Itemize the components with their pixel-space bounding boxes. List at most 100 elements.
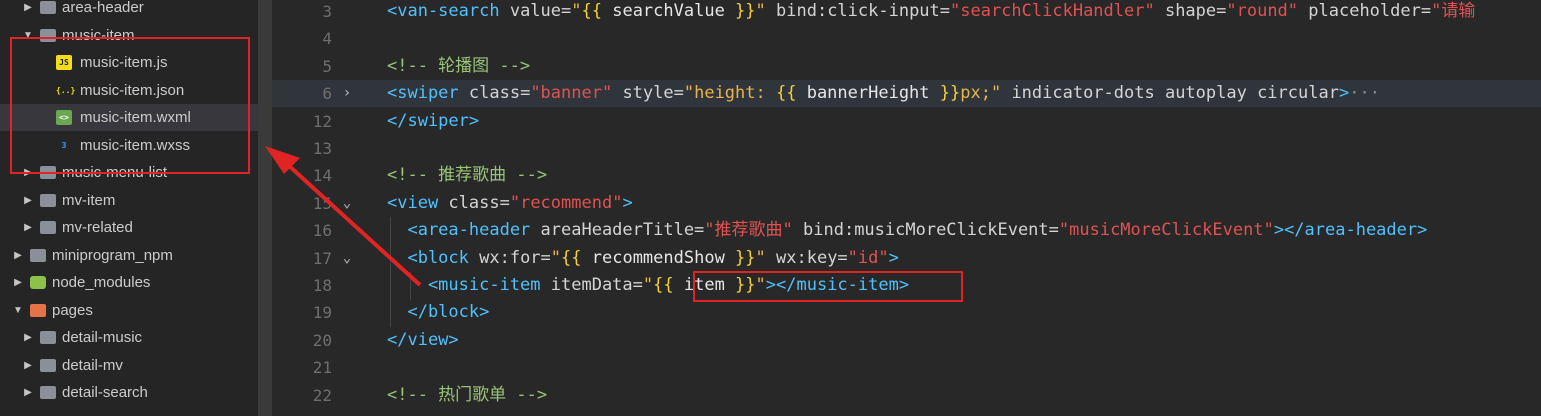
code-text: </swiper>	[387, 108, 479, 135]
code-line-3[interactable]: 3 <van-search value="{{ searchValue }}" b…	[272, 0, 1541, 25]
line-number: 15	[312, 193, 332, 213]
explorer-item-pages[interactable]: ▼ pages	[0, 297, 258, 324]
code-token: </swiper>	[387, 110, 480, 131]
chevron-right-icon[interactable]: ▶	[13, 242, 23, 269]
code-token: bind:musicMoreClickEvent=	[792, 220, 1059, 241]
line-number: 5	[322, 56, 332, 76]
line-number: 3	[322, 2, 332, 21]
line-number: 22	[312, 385, 332, 405]
code-token: <swiper	[387, 83, 459, 104]
code-token: wx:for=	[468, 247, 551, 268]
line-number: 17	[312, 248, 332, 268]
explorer-item-detail-search[interactable]: ▶ detail-search	[0, 379, 258, 406]
code-token: <block	[387, 247, 469, 268]
code-token: "round"	[1226, 1, 1299, 21]
explorer-item-area-header[interactable]: ▶ area-header	[0, 0, 258, 21]
code-token: </view>	[387, 329, 459, 350]
explorer-item-label: pages	[52, 301, 93, 319]
node-folder-icon	[30, 276, 46, 289]
pages-folder-icon	[30, 303, 46, 317]
explorer-item-label: mv-related	[62, 219, 133, 236]
code-line-19[interactable]: 19 </block>	[272, 299, 1541, 326]
code-token: >	[888, 247, 899, 268]
explorer-item-detail-music[interactable]: ▶ detail-music	[0, 324, 258, 351]
code-token: "	[755, 247, 766, 268]
code-token: px;"	[960, 83, 1002, 104]
explorer-item-node-modules[interactable]: ▶ node_modules	[0, 269, 258, 296]
code-token: <!-- 推荐歌曲 -->	[387, 165, 548, 186]
explorer-scrollbar[interactable]	[258, 0, 272, 416]
code-token: ></area-header>	[1273, 220, 1428, 241]
code-line-6[interactable]: 6 › <swiper class="banner" style="height: …	[272, 80, 1541, 108]
line-number: 14	[312, 166, 332, 186]
code-token: <!-- 热门歌单 -->	[387, 384, 548, 405]
chevron-right-icon[interactable]: ▶	[23, 187, 33, 214]
code-token: "musicMoreClickEvent"	[1058, 220, 1274, 241]
code-token: >	[622, 192, 633, 213]
code-line-22[interactable]: 22 <!-- 热门歌单 -->	[272, 382, 1541, 409]
explorer-item-mv-related[interactable]: ▶ mv-related	[0, 214, 258, 241]
code-token: "	[550, 247, 562, 268]
code-token: value=	[499, 1, 572, 21]
code-line-17[interactable]: 17 ⌄ <block wx:for="{{ recommendShow }}" …	[272, 245, 1541, 272]
code-token: "id"	[847, 247, 889, 268]
code-editor[interactable]: 3 <van-search value="{{ searchValue }}" b…	[272, 0, 1541, 416]
code-token: "searchClickHandler"	[950, 1, 1155, 21]
code-token: itemData=	[540, 275, 643, 295]
code-token: style=	[612, 83, 684, 104]
code-token: {{	[561, 247, 582, 268]
chevron-right-icon[interactable]: ▶	[23, 214, 33, 241]
explorer-highlight-box	[10, 37, 250, 174]
code-line-21[interactable]: 21	[272, 354, 1541, 381]
folder-icon	[40, 358, 56, 372]
fold-collapse-icon[interactable]: ⌄	[340, 190, 354, 217]
fold-collapse-icon[interactable]: ⌄	[340, 245, 354, 272]
code-token: {{	[775, 83, 797, 104]
code-text: </view>	[387, 327, 459, 354]
code-token: >	[1338, 83, 1350, 104]
chevron-right-icon[interactable]: ▶	[23, 0, 33, 21]
code-token: recommendShow	[581, 247, 736, 268]
chevron-right-icon[interactable]: ▶	[23, 379, 33, 406]
explorer-item-miniprogram-npm[interactable]: ▶ miniprogram_npm	[0, 242, 258, 269]
chevron-right-icon[interactable]: ▶	[23, 352, 33, 379]
folder-icon	[40, 331, 56, 344]
code-line-20[interactable]: 20 </view>	[272, 327, 1541, 354]
chevron-right-icon[interactable]: ▶	[23, 324, 33, 351]
chevron-right-icon[interactable]: ▶	[13, 269, 23, 296]
code-token: bind:click-input=	[765, 1, 951, 21]
explorer-item-label: area-header	[62, 0, 144, 16]
code-line-14[interactable]: 14 <!-- 推荐歌曲 -->	[272, 162, 1541, 189]
code-line-15[interactable]: 15 ⌄ <view class="recommend">	[272, 190, 1541, 217]
line-number: 16	[312, 221, 332, 241]
code-token: <van-search	[387, 1, 500, 21]
code-token: wx:key=	[765, 247, 848, 268]
code-line-13[interactable]: 13	[272, 135, 1541, 162]
chevron-down-icon[interactable]: ▼	[13, 297, 23, 324]
code-token: searchValue	[601, 1, 736, 21]
code-token: areaHeaderTitle=	[530, 220, 705, 241]
explorer-item-label: detail-mv	[62, 356, 123, 374]
code-token: "	[571, 1, 582, 21]
code-line-12[interactable]: 12 </swiper>	[272, 108, 1541, 135]
line-number: 20	[312, 330, 332, 350]
code-token: <view	[387, 192, 439, 213]
code-text: </block>	[387, 299, 489, 326]
explorer-item-label: detail-search	[62, 384, 148, 401]
explorer-item-detail-mv[interactable]: ▶ detail-mv	[0, 352, 258, 379]
code-line-5[interactable]: 5 <!-- 轮播图 -->	[272, 53, 1541, 80]
folder-icon	[40, 221, 56, 234]
code-token: ···	[1349, 83, 1380, 104]
line-number: 12	[312, 111, 332, 131]
indent-guide-block	[410, 272, 411, 300]
explorer-item-mv-item[interactable]: ▶ mv-item	[0, 187, 258, 214]
code-token: }}	[939, 83, 961, 104]
code-highlight-box	[693, 271, 963, 302]
folder-icon	[40, 1, 56, 14]
fold-expand-icon[interactable]: ›	[340, 80, 354, 107]
code-text: <area-header areaHeaderTitle="推荐歌曲" bind…	[387, 217, 1427, 244]
code-text: <view class="recommend">	[387, 190, 633, 217]
code-token: "banner"	[530, 83, 613, 104]
code-line-16[interactable]: 16 <area-header areaHeaderTitle="推荐歌曲" b…	[272, 217, 1541, 244]
code-line-4[interactable]: 4	[272, 25, 1541, 52]
